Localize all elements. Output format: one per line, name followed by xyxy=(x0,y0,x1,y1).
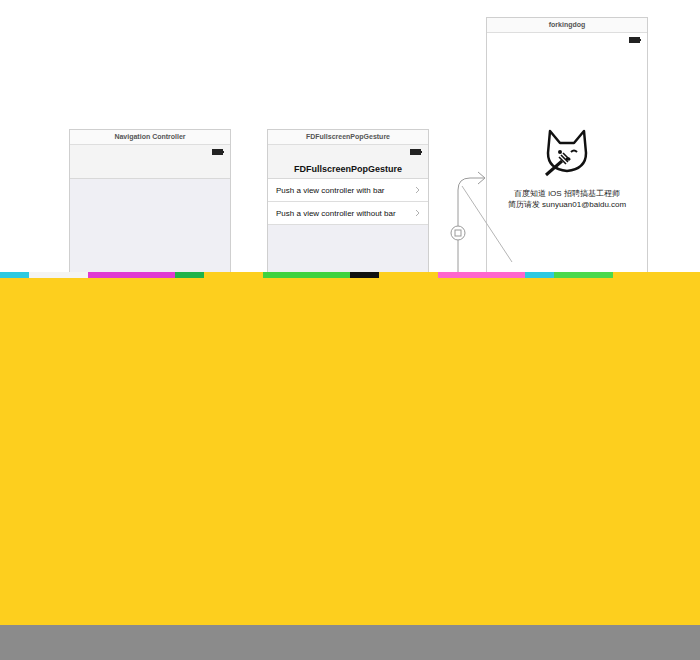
glitched-area xyxy=(0,278,700,625)
chevron-icon xyxy=(415,209,420,217)
status-bar xyxy=(487,33,647,47)
row-label: Push a view controller without bar xyxy=(276,209,396,218)
scene-title: FDFullscreenPopGesture xyxy=(268,130,428,145)
chevron-icon xyxy=(415,186,420,194)
battery-icon xyxy=(212,149,224,155)
view-body xyxy=(268,225,428,272)
view-body: 百度知道 iOS 招聘搞基工程师简历请发 sunyuan01@baidu.com xyxy=(487,47,647,272)
nav-bar-area xyxy=(70,159,230,178)
root-scene[interactable]: FDFullscreenPopGesture FDFullscreenPopGes… xyxy=(267,129,429,272)
battery-icon xyxy=(410,149,422,155)
status-bar xyxy=(268,145,428,159)
view-body xyxy=(70,179,230,272)
storyboard-canvas: Navigation Controller FDFullscreenPopGest… xyxy=(0,0,700,272)
segue-arrow-icon[interactable] xyxy=(0,0,700,272)
battery-icon xyxy=(629,37,641,43)
forkingdog-scene[interactable]: forkingdog 百度知道 iOS 招聘搞基工程师简历请发 sunyuan01… xyxy=(486,17,648,272)
row-label: Push a view controller with bar xyxy=(276,186,385,195)
navigation-bar: FDFullscreenPopGesture xyxy=(268,145,428,179)
info-line: 百度知道 iOS 招聘搞基工程师 xyxy=(514,188,620,199)
forkingdog-logo-icon xyxy=(542,127,592,177)
table-row[interactable]: Push a view controller with bar xyxy=(268,179,428,202)
navigation-bar xyxy=(70,145,230,179)
bottom-bar xyxy=(0,625,700,660)
scene-title: forkingdog xyxy=(487,18,647,33)
info-line: 简历请发 sunyuan01@baidu.com xyxy=(508,199,626,210)
status-bar xyxy=(70,145,230,159)
table-row[interactable]: Push a view controller without bar xyxy=(268,202,428,225)
nav-title: FDFullscreenPopGesture xyxy=(268,159,428,178)
navigation-controller-scene[interactable]: Navigation Controller xyxy=(69,129,231,272)
scene-title: Navigation Controller xyxy=(70,130,230,145)
